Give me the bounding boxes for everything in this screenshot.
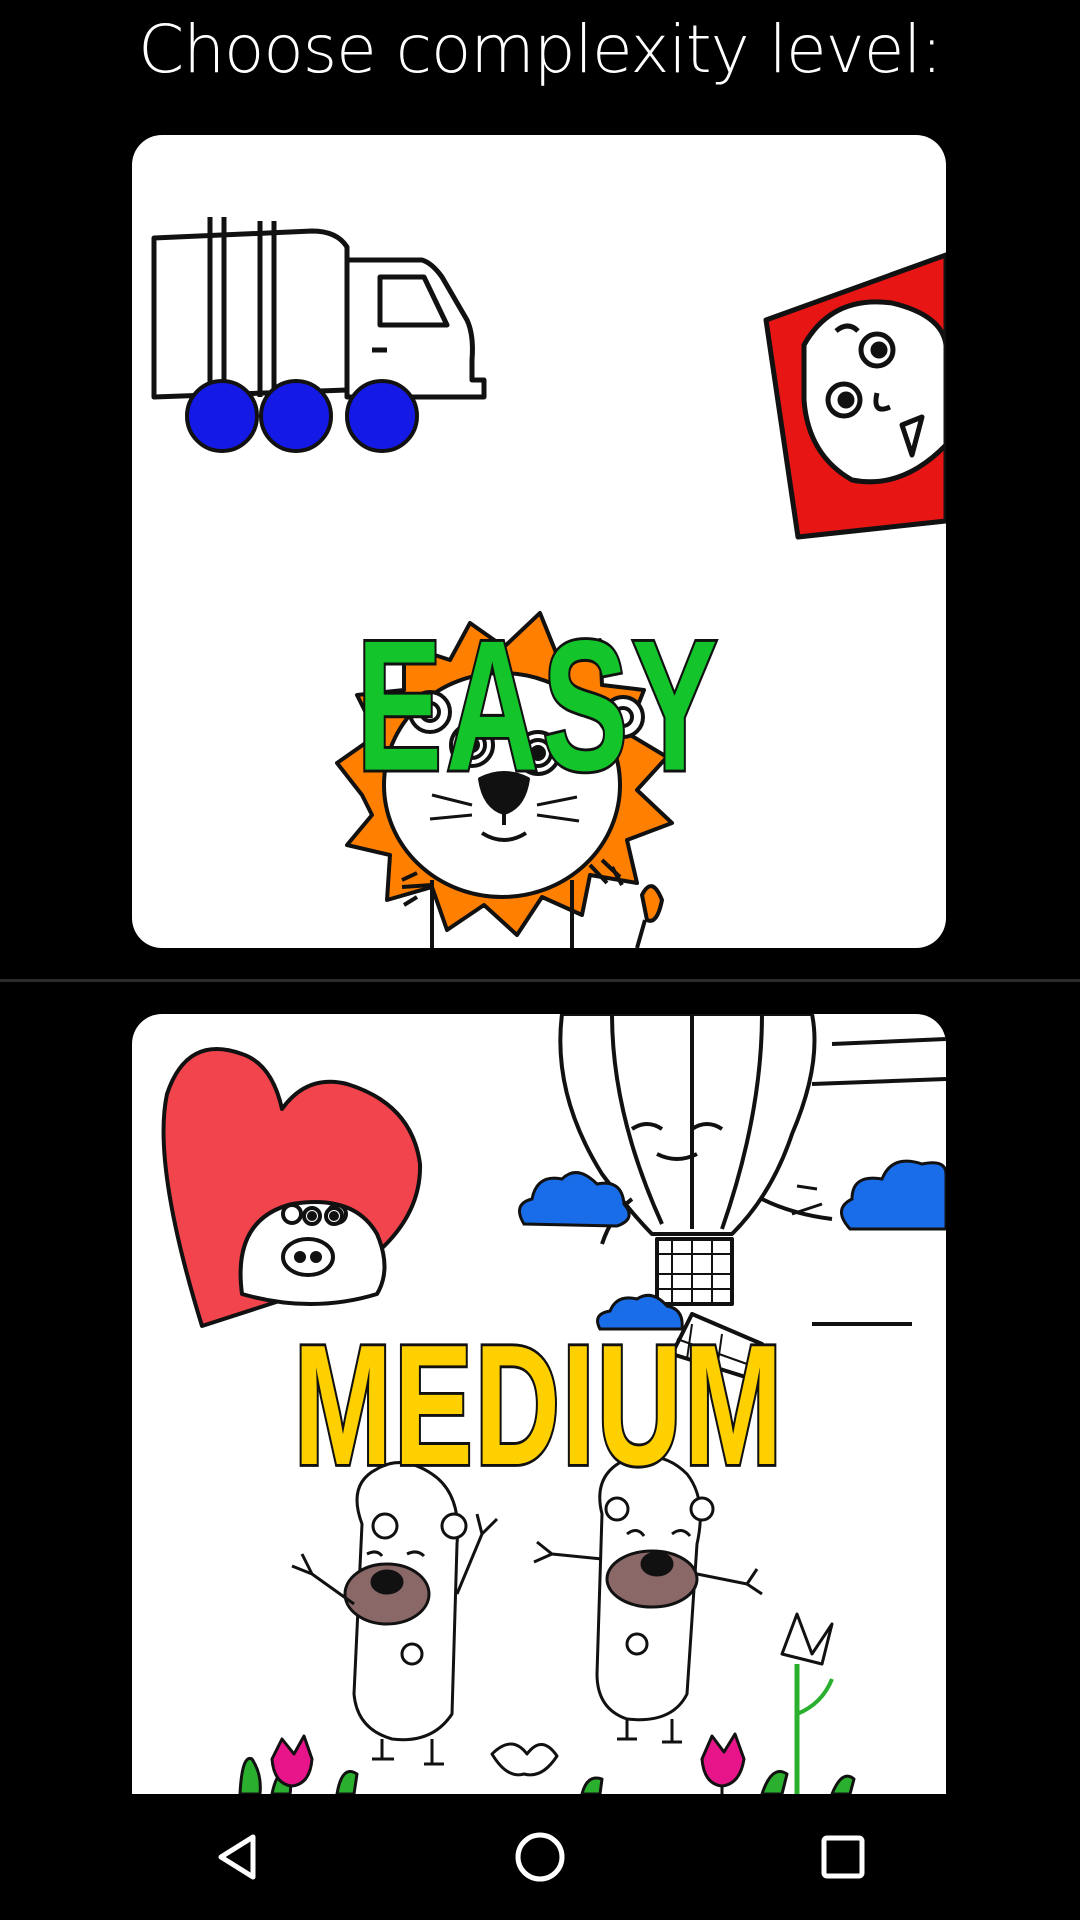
medium-level-card[interactable]: MEDIUM bbox=[132, 1014, 946, 1794]
recents-button[interactable] bbox=[783, 1814, 903, 1900]
divider bbox=[0, 979, 1080, 982]
easy-illustration bbox=[151, 217, 946, 948]
heart-pig-drawing bbox=[161, 1047, 423, 1328]
back-icon bbox=[218, 1834, 256, 1880]
flowers-drawing bbox=[238, 1612, 856, 1794]
screen-title: Choose complexity level: bbox=[138, 11, 943, 88]
hood-character-drawing bbox=[763, 252, 946, 540]
truck-drawing bbox=[151, 217, 487, 400]
recents-icon bbox=[821, 1835, 865, 1879]
navigation-bar bbox=[0, 1794, 1080, 1920]
home-button[interactable] bbox=[480, 1814, 600, 1900]
easy-label: EASY bbox=[355, 600, 722, 813]
medium-label: MEDIUM bbox=[292, 1307, 785, 1504]
back-button[interactable] bbox=[177, 1814, 297, 1900]
home-icon bbox=[515, 1832, 565, 1882]
easy-level-card[interactable]: EASY bbox=[132, 135, 946, 948]
truck-wheels bbox=[185, 379, 419, 453]
